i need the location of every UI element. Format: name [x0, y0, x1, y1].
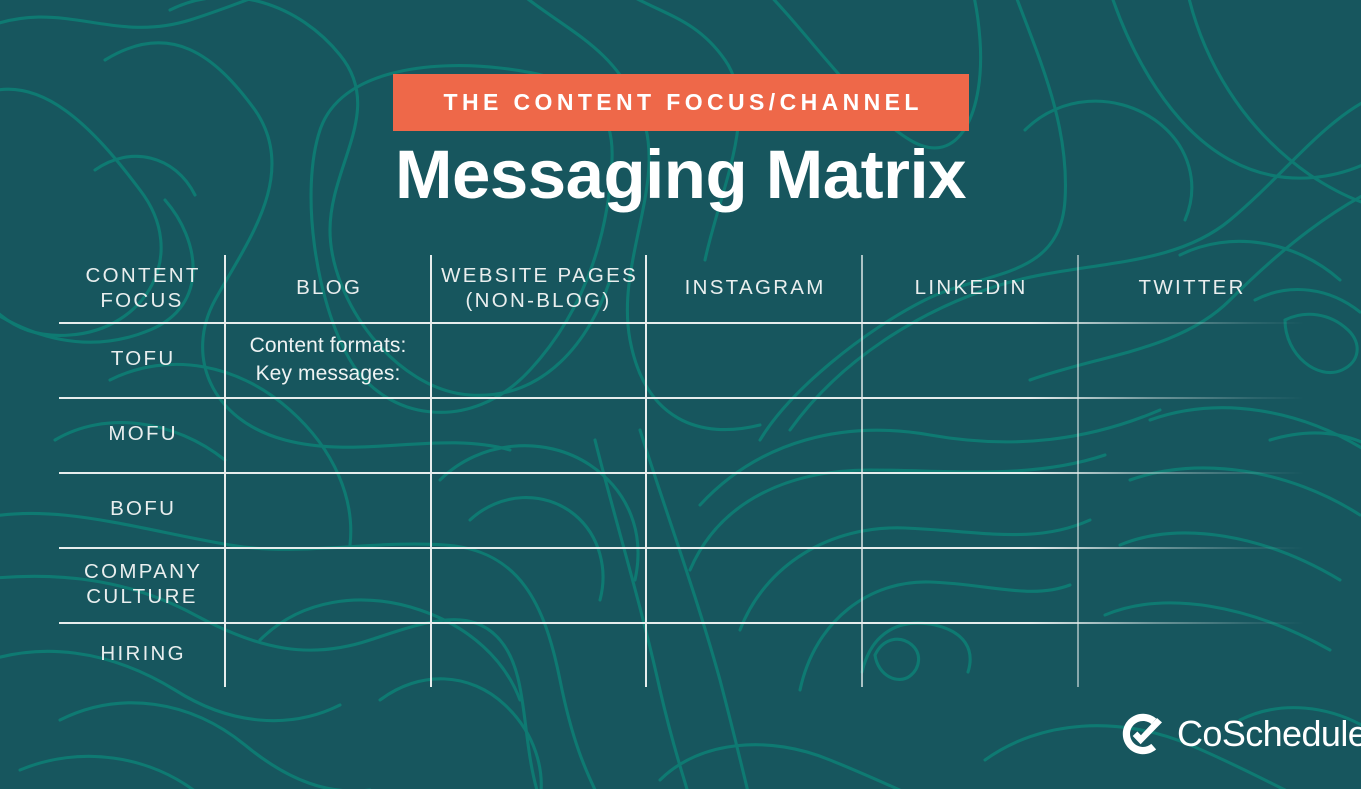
- cell-bofu-blog[interactable]: [225, 472, 431, 547]
- row-header-tofu-label: TOFU: [110, 347, 176, 371]
- row-header-hiring-label: HIRING: [100, 642, 186, 666]
- cell-company-culture-instagram[interactable]: [646, 547, 862, 622]
- column-header-twitter[interactable]: TWITTER: [1078, 255, 1304, 322]
- column-header-twitter-label: TWITTER: [1138, 276, 1246, 300]
- row-header-hiring[interactable]: HIRING: [59, 622, 225, 687]
- row-header-mofu[interactable]: MOFU: [59, 397, 225, 472]
- cell-tofu-blog-label: Content formats: Key messages:: [249, 333, 407, 385]
- cell-tofu-blog[interactable]: Content formats: Key messages:: [225, 322, 431, 397]
- cell-tofu-website-pages-non-blog[interactable]: [431, 322, 646, 397]
- cell-mofu-website-pages-non-blog[interactable]: [431, 397, 646, 472]
- row-header-bofu[interactable]: BOFU: [59, 472, 225, 547]
- cell-hiring-linkedin[interactable]: [862, 622, 1078, 687]
- cell-tofu-twitter[interactable]: [1078, 322, 1304, 397]
- row-header-bofu-label: BOFU: [110, 497, 177, 521]
- logo-wordmark: CoSchedule: [1177, 713, 1361, 754]
- eyebrow-text: THE CONTENT FOCUS/CHANNEL: [443, 89, 923, 115]
- column-header-website-pages-non-blog[interactable]: WEBSITE PAGES (NON-BLOG): [431, 255, 646, 322]
- cell-bofu-twitter[interactable]: [1078, 472, 1304, 547]
- column-header-linkedin[interactable]: LINKEDIN: [862, 255, 1078, 322]
- cell-company-culture-website-pages-non-blog[interactable]: [431, 547, 646, 622]
- row-header-company-culture[interactable]: COMPANY CULTURE: [59, 547, 225, 622]
- eyebrow-banner: THE CONTENT FOCUS/CHANNEL: [393, 74, 969, 131]
- cell-company-culture-twitter[interactable]: [1078, 547, 1304, 622]
- matrix-grid: CONTENT FOCUS BLOG WEBSITE PAGES (NON-BLOG) I…: [59, 255, 1304, 687]
- column-header-content-focus[interactable]: CONTENT FOCUS: [59, 255, 225, 322]
- column-header-instagram-label: INSTAGRAM: [684, 276, 826, 300]
- cell-hiring-instagram[interactable]: [646, 622, 862, 687]
- row-header-mofu-label: MOFU: [108, 422, 178, 446]
- row-header-company-culture-label: COMPANY CULTURE: [84, 560, 203, 608]
- column-header-blog-label: BLOG: [296, 276, 363, 300]
- cell-tofu-instagram[interactable]: [646, 322, 862, 397]
- messaging-matrix-table: CONTENT FOCUS BLOG WEBSITE PAGES (NON-BLOG) I…: [59, 255, 1304, 687]
- column-header-linkedin-label: LINKEDIN: [914, 276, 1028, 300]
- cell-bofu-linkedin[interactable]: [862, 472, 1078, 547]
- column-header-blog[interactable]: BLOG: [225, 255, 431, 322]
- column-header-content-focus-label: CONTENT FOCUS: [85, 264, 201, 312]
- row-header-tofu[interactable]: TOFU: [59, 322, 225, 397]
- cell-mofu-instagram[interactable]: [646, 397, 862, 472]
- column-header-instagram[interactable]: INSTAGRAM: [646, 255, 862, 322]
- messaging-matrix-infographic: THE CONTENT FOCUS/CHANNEL Messaging Matr…: [0, 0, 1361, 789]
- check-circle-icon: [1122, 713, 1162, 755]
- cell-company-culture-linkedin[interactable]: [862, 547, 1078, 622]
- cell-mofu-blog[interactable]: [225, 397, 431, 472]
- cell-hiring-twitter[interactable]: [1078, 622, 1304, 687]
- cell-mofu-linkedin[interactable]: [862, 397, 1078, 472]
- cell-hiring-blog[interactable]: [225, 622, 431, 687]
- cell-bofu-instagram[interactable]: [646, 472, 862, 547]
- cell-tofu-linkedin[interactable]: [862, 322, 1078, 397]
- coschedule-logo: CoSchedule: [1122, 713, 1361, 755]
- page-title: Messaging Matrix: [395, 136, 967, 213]
- column-header-website-pages-non-blog-label: WEBSITE PAGES (NON-BLOG): [441, 264, 639, 312]
- cell-hiring-website-pages-non-blog[interactable]: [431, 622, 646, 687]
- cell-bofu-website-pages-non-blog[interactable]: [431, 472, 646, 547]
- cell-mofu-twitter[interactable]: [1078, 397, 1304, 472]
- cell-company-culture-blog[interactable]: [225, 547, 431, 622]
